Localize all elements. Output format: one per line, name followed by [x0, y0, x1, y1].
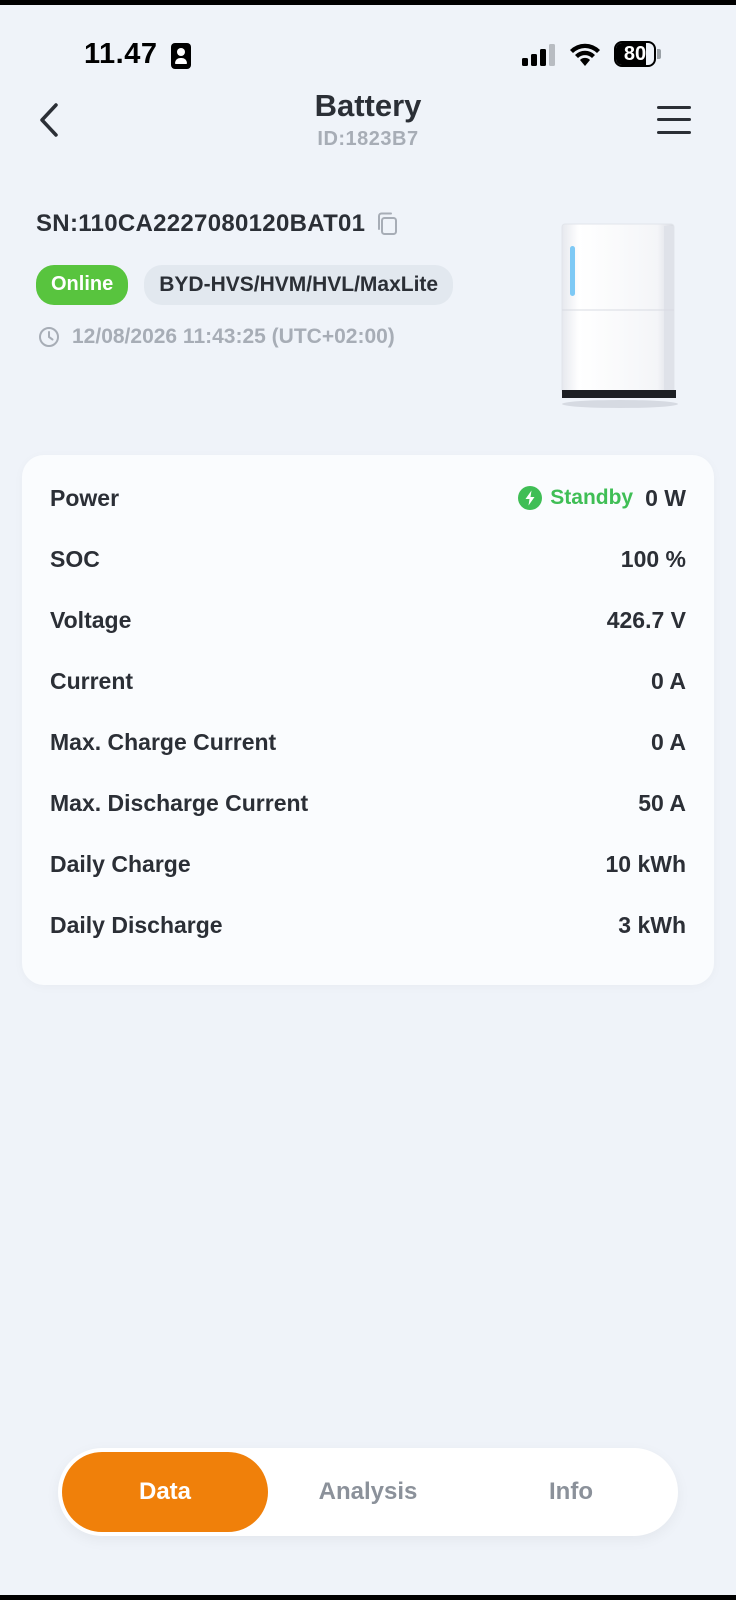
- wifi-icon: [570, 43, 600, 66]
- power-value-group: Standby 0 W: [518, 485, 686, 512]
- device-id: ID:1823B7: [317, 128, 419, 150]
- row-label: Max. Charge Current: [50, 728, 277, 755]
- battery-percent: 80: [623, 43, 647, 65]
- bottom-tab-bar: Data Analysis Info: [58, 1448, 678, 1536]
- online-status-badge: Online: [36, 265, 129, 305]
- row-value: 0 A: [651, 728, 686, 755]
- data-row-max-discharge-current: Max. Discharge Current 50 A: [50, 783, 686, 823]
- row-value: 100 %: [620, 545, 686, 572]
- standby-status: Standby: [550, 486, 634, 509]
- screen-bottom-border: [0, 1595, 736, 1600]
- row-value: 0 W: [645, 484, 686, 511]
- battery-status-icon: 80: [614, 41, 661, 69]
- tab-analysis[interactable]: Analysis: [265, 1452, 471, 1532]
- data-row-power: Power Standby 0 W: [50, 478, 686, 518]
- status-bar: 11.47 80: [0, 30, 736, 80]
- data-row-max-charge-current: Max. Charge Current 0 A: [50, 722, 686, 762]
- model-badge: BYD-HVS/HVM/HVL/MaxLite: [144, 265, 454, 305]
- row-value: 426.7 V: [606, 606, 686, 633]
- serial-number: SN:110CA2227080120BAT01: [36, 210, 366, 237]
- row-label: Daily Discharge: [50, 911, 223, 938]
- row-value: 50 A: [638, 789, 686, 816]
- data-row-daily-charge: Daily Charge 10 kWh: [50, 844, 686, 884]
- row-value: 10 kWh: [605, 850, 686, 877]
- device-tags: Online BYD-HVS/HVM/HVL/MaxLite: [36, 265, 454, 305]
- copy-icon[interactable]: [375, 211, 399, 237]
- row-label: Voltage: [50, 606, 132, 633]
- cellular-signal-icon: [522, 44, 558, 66]
- data-row-soc: SOC 100 %: [50, 539, 686, 579]
- battery-device-image: [561, 223, 678, 408]
- status-time: 11.47: [84, 38, 158, 70]
- data-row-current: Current 0 A: [50, 661, 686, 701]
- lightning-icon: [518, 486, 543, 510]
- row-value: 3 kWh: [618, 911, 686, 938]
- tab-info[interactable]: Info: [468, 1452, 674, 1532]
- screen-top-border: [0, 0, 736, 5]
- serial-number-row: SN:110CA2227080120BAT01: [36, 210, 399, 238]
- id-card-icon: [171, 43, 191, 69]
- tab-data[interactable]: Data: [62, 1452, 268, 1532]
- page-title: Battery: [314, 88, 422, 123]
- clock-icon: [39, 327, 59, 347]
- last-update-timestamp: 12/08/2026 11:43:25 (UTC+02:00): [72, 325, 395, 348]
- row-label: SOC: [50, 545, 100, 572]
- row-value: 0 A: [651, 667, 686, 694]
- row-label: Daily Charge: [50, 850, 191, 877]
- row-label: Power: [50, 484, 120, 511]
- data-row-voltage: Voltage 426.7 V: [50, 600, 686, 640]
- data-row-daily-discharge: Daily Discharge 3 kWh: [50, 905, 686, 945]
- timestamp-row: 12/08/2026 11:43:25 (UTC+02:00): [38, 325, 395, 349]
- row-label: Current: [50, 667, 134, 694]
- row-label: Max. Discharge Current: [50, 789, 309, 816]
- menu-button[interactable]: [655, 103, 693, 137]
- battery-data-card: Power Standby 0 W SOC 100 % Voltage 426.…: [22, 455, 714, 985]
